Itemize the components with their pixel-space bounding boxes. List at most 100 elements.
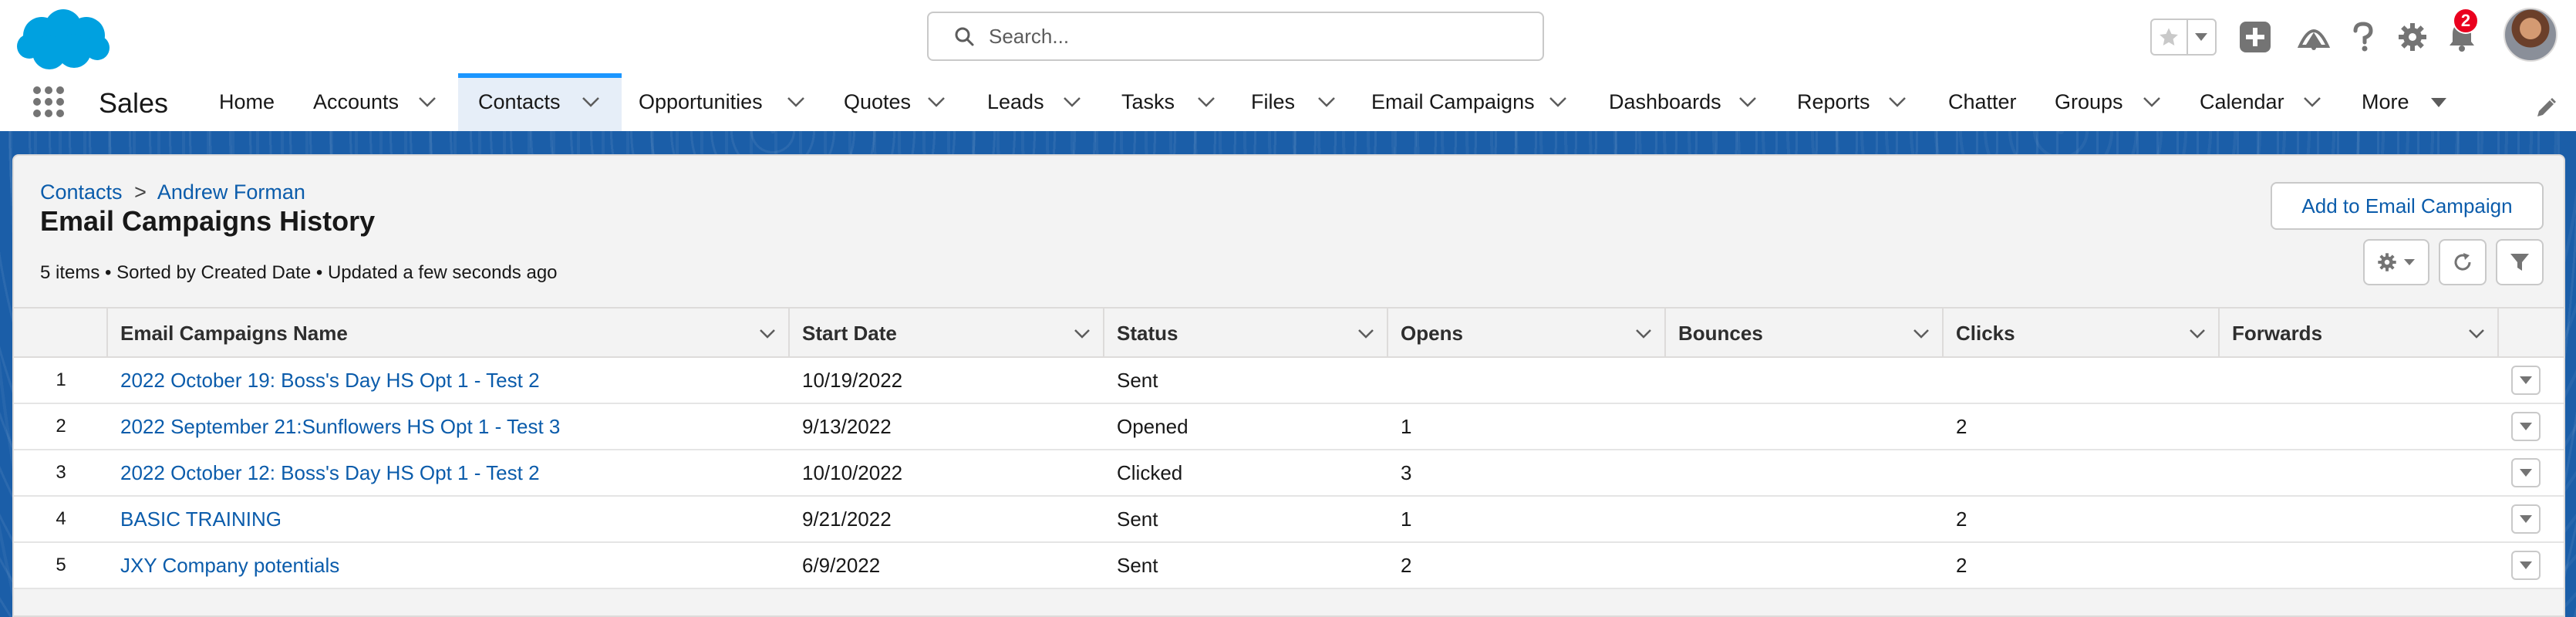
nav-item-more[interactable]: More [2346, 73, 2462, 131]
setup-button[interactable] [2394, 19, 2431, 56]
cell-name: BASIC TRAINING [120, 497, 784, 541]
caret-down-icon [2520, 469, 2532, 477]
breadcrumb-record-link[interactable]: Andrew Forman [157, 180, 305, 204]
row-actions-button[interactable] [2511, 458, 2541, 487]
nav-item-dashboards[interactable]: Dashboards [1593, 73, 1769, 131]
pencil-icon[interactable] [2534, 96, 2557, 120]
campaign-link[interactable]: 2022 October 19: Boss's Day HS Opt 1 - T… [120, 369, 540, 393]
table-row: 4 BASIC TRAINING 9/21/2022 Sent 1 2 [14, 497, 2564, 543]
cell-opens: 3 [1401, 460, 1412, 484]
chevron-down-icon[interactable] [418, 96, 437, 107]
chevron-down-icon[interactable] [759, 329, 776, 339]
app-navigation: Sales Home Accounts Contacts Opportuniti… [0, 73, 2576, 131]
nav-item-label: Calendar [2200, 90, 2284, 113]
nav-item-home[interactable]: Home [219, 73, 287, 131]
nav-item-tasks[interactable]: Tasks [1106, 73, 1226, 131]
chevron-down-icon[interactable] [582, 96, 600, 107]
cell-status: Sent [1117, 553, 1158, 577]
chevron-down-icon[interactable] [787, 96, 805, 107]
chevron-down-icon[interactable] [1357, 329, 1374, 339]
help-icon [2353, 22, 2373, 52]
nav-item-email-campaigns[interactable]: Email Campaigns [1356, 73, 1580, 131]
nav-item-contacts[interactable]: Contacts [458, 73, 622, 131]
column-header-forwards[interactable]: Forwards [2220, 308, 2499, 358]
chevron-down-icon[interactable] [1888, 96, 1907, 107]
favorites-list-button[interactable] [2188, 20, 2215, 54]
row-actions-button[interactable] [2511, 366, 2541, 395]
list-settings-button[interactable] [2363, 239, 2429, 285]
campaign-link[interactable]: JXY Company potentials [120, 554, 339, 578]
cell-start-date: 10/19/2022 [802, 368, 903, 392]
chevron-down-icon[interactable] [2189, 329, 2206, 339]
favorites-button[interactable] [2152, 20, 2188, 54]
cell-status: Sent [1117, 507, 1158, 531]
nav-item-label: Accounts [313, 90, 400, 113]
chevron-down-icon[interactable] [1549, 96, 1567, 107]
gear-icon [2378, 253, 2396, 271]
salesforce-cloud-logo[interactable] [15, 6, 110, 72]
chevron-down-icon[interactable] [1738, 96, 1757, 107]
cell-bounces [1678, 358, 1940, 403]
campaign-link[interactable]: 2022 September 21:Sunflowers HS Opt 1 - … [120, 415, 560, 439]
column-header-name[interactable]: Email Campaigns Name [108, 308, 790, 358]
caret-down-icon [2520, 561, 2532, 569]
app-launcher-icon[interactable] [32, 86, 65, 118]
column-header-opens[interactable]: Opens [1388, 308, 1666, 358]
refresh-button[interactable] [2439, 239, 2487, 285]
chevron-down-icon[interactable] [1913, 329, 1930, 339]
list-info: 5 items • Sorted by Created Date • Updat… [40, 262, 558, 283]
chevron-down-icon[interactable] [1074, 329, 1091, 339]
cell-bounces [1678, 450, 1940, 495]
cell-name: 2022 October 19: Boss's Day HS Opt 1 - T… [120, 358, 784, 403]
refresh-icon [2454, 253, 2471, 271]
chevron-down-icon[interactable] [2468, 329, 2485, 339]
breadcrumb-root-link[interactable]: Contacts [40, 180, 123, 204]
add-to-email-campaign-button[interactable]: Add to Email Campaign [2271, 182, 2544, 230]
campaign-link[interactable]: 2022 October 12: Boss's Day HS Opt 1 - T… [120, 461, 540, 485]
global-search[interactable] [927, 12, 1544, 61]
global-actions-button[interactable] [2237, 19, 2274, 56]
caret-down-icon [2520, 376, 2532, 384]
chevron-down-icon[interactable] [2303, 96, 2321, 107]
campaign-link[interactable]: BASIC TRAINING [120, 507, 282, 531]
search-input[interactable] [989, 24, 1513, 49]
nav-item-chatter[interactable]: Chatter [1933, 73, 2028, 131]
nav-item-calendar[interactable]: Calendar [2184, 73, 2335, 131]
cell-forwards [2232, 404, 2494, 449]
avatar[interactable] [2504, 8, 2557, 62]
chevron-down-icon[interactable] [1635, 329, 1652, 339]
cell-status: Opened [1117, 414, 1189, 438]
nav-item-label: Reports [1797, 90, 1870, 113]
caret-down-icon [2404, 259, 2415, 265]
row-actions-button[interactable] [2511, 551, 2541, 580]
column-header-bounces[interactable]: Bounces [1666, 308, 1944, 358]
trailhead-button[interactable] [2295, 19, 2332, 56]
row-actions-button[interactable] [2511, 504, 2541, 534]
nav-item-quotes[interactable]: Quotes [828, 73, 958, 131]
nav-item-leads[interactable]: Leads [972, 73, 1095, 131]
plus-icon [2240, 22, 2271, 52]
caret-down-icon[interactable] [2429, 97, 2448, 108]
nav-item-accounts[interactable]: Accounts [298, 73, 455, 131]
nav-item-opportunities[interactable]: Opportunities [623, 73, 822, 131]
column-header-clicks[interactable]: Clicks [1944, 308, 2220, 358]
chevron-down-icon[interactable] [1317, 96, 1336, 107]
filter-button[interactable] [2496, 239, 2544, 285]
nav-item-label: Dashboards [1609, 90, 1721, 113]
nav-item-label: Leads [987, 90, 1044, 113]
row-actions-button[interactable] [2511, 412, 2541, 441]
nav-item-groups[interactable]: Groups [2039, 73, 2178, 131]
nav-item-label: Files [1251, 90, 1296, 113]
column-header-start-date[interactable]: Start Date [790, 308, 1104, 358]
column-header-status[interactable]: Status [1104, 308, 1388, 358]
chevron-down-icon[interactable] [1197, 96, 1216, 107]
nav-item-files[interactable]: Files [1236, 73, 1350, 131]
chevron-down-icon[interactable] [927, 96, 946, 107]
chevron-down-icon[interactable] [1063, 96, 1081, 107]
chevron-down-icon[interactable] [2143, 96, 2161, 107]
help-button[interactable] [2345, 19, 2382, 56]
nav-item-label: Email Campaigns [1371, 90, 1535, 113]
nav-item-reports[interactable]: Reports [1782, 73, 1914, 131]
nav-item-label: More [2362, 90, 2409, 113]
caret-down-icon [2520, 423, 2532, 430]
